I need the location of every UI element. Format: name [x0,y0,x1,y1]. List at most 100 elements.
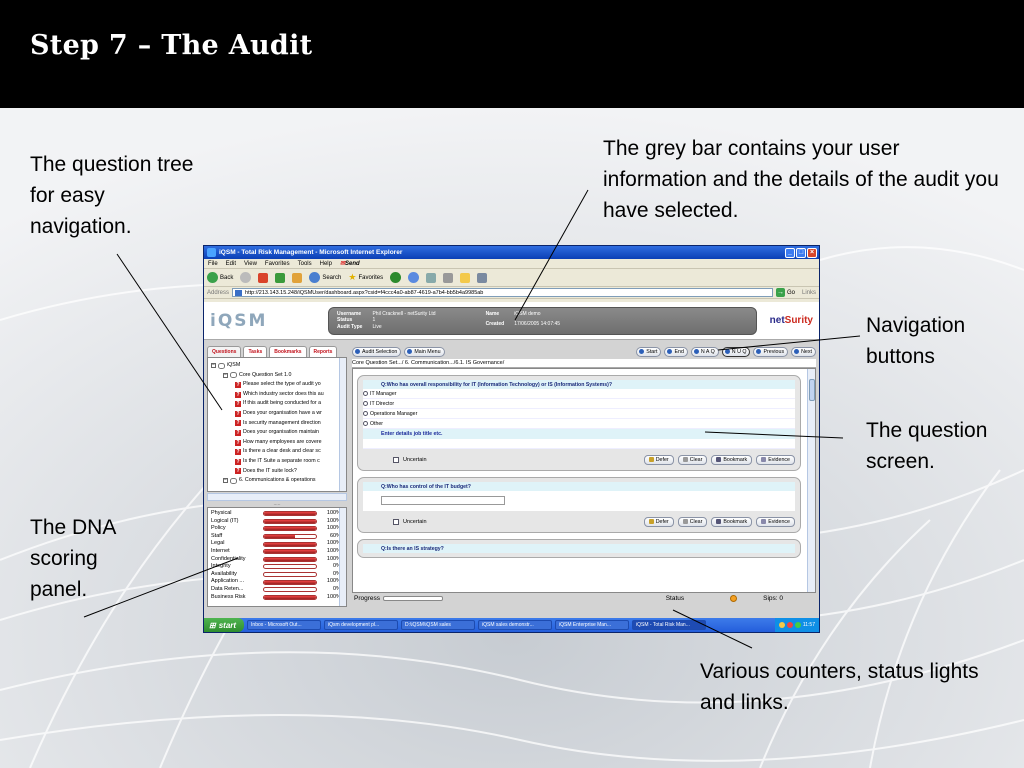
history-icon[interactable] [408,272,420,283]
radio-button[interactable] [363,391,368,396]
tab-tasks[interactable]: Tasks [243,346,268,357]
print-icon[interactable] [443,272,454,283]
mail-icon[interactable] [426,272,437,283]
tree-item-label: Does the IT suite lock? [243,467,297,474]
tree-item[interactable]: ? Is there a clear desk and clear sc [211,447,343,457]
naq-button[interactable]: N A Q [690,346,719,357]
audit-selection-button[interactable]: Audit Selection [352,346,402,357]
minimize-button[interactable]: _ [785,247,795,258]
tree-item[interactable]: ? Is the IT Suite a separate room c [211,457,343,467]
maximize-button[interactable]: □ [796,247,806,258]
nuq-button[interactable]: N U Q [721,346,751,357]
dna-row: Data Reten... 0% [211,586,343,594]
favorites-button[interactable]: ★ Favorites [348,272,383,283]
details-field[interactable] [363,439,795,449]
option-row[interactable]: IT Manager [363,389,795,399]
tree-item[interactable]: ? How many employees are covere [211,438,343,448]
tab-bookmarks[interactable]: Bookmarks [269,346,307,357]
previous-button[interactable]: Previous [753,346,789,357]
evidence-button[interactable]: Evidence [756,454,795,465]
collapse-icon[interactable]: − [211,363,216,369]
menu-edit[interactable]: Edit [226,261,236,267]
radio-button[interactable] [363,421,368,426]
radio-button[interactable] [363,411,368,416]
edit-icon[interactable] [477,272,488,283]
links-label[interactable]: Links [802,290,819,296]
menu-favorites[interactable]: Favorites [265,261,290,267]
tree-horizontal-scrollbar[interactable] [207,493,347,501]
send-button[interactable]: ✉Send [340,260,360,267]
close-button[interactable]: × [807,247,817,258]
menu-help[interactable]: Help [320,261,332,267]
taskbar-item[interactable]: iQSM sales demonstr... [478,620,553,630]
uncertain-checkbox[interactable] [393,456,399,463]
question-scrollbar[interactable] [807,369,815,592]
window-title: iQSM - Total Risk Management - Microsoft… [219,249,403,256]
taskbar-item[interactable]: iQsm development pl... [324,620,399,630]
bookmark-button[interactable]: Bookmark [711,516,753,527]
defer-button[interactable]: Defer [643,454,674,465]
tree-item[interactable]: ? Is security management direction [211,419,343,429]
media-icon[interactable] [390,272,402,283]
next-button[interactable]: Next [791,346,816,357]
taskbar-item[interactable]: Inbox - Microsoft Out... [247,620,322,630]
tree-item-label: Please select the type of audit yo [243,381,321,388]
start-menu-button[interactable]: ⊞ start [204,618,245,632]
option-row[interactable]: Other [363,419,795,429]
tree-item[interactable]: ? Does your organisation have a wr [211,409,343,419]
refresh-icon[interactable] [275,272,286,283]
dna-label: Policy [211,525,226,532]
tree-item-label: Is security management direction [243,419,321,426]
stop-icon[interactable] [258,272,269,283]
uncertain-checkbox[interactable] [393,518,399,525]
tree-item[interactable]: ? If this audit being conducted for a [211,399,343,409]
taskbar-item[interactable]: iQSM Enterprise Man... [555,620,630,630]
status-light-icon [730,595,738,602]
tree-item[interactable]: − 6. Communications & operations [211,476,343,486]
end-button[interactable]: End [664,346,688,357]
tree-item[interactable]: ? Please select the type of audit yo [211,380,343,390]
clear-button[interactable]: Clear [677,454,708,465]
tray-icon[interactable] [778,622,785,628]
back-button[interactable]: Back [207,272,233,283]
tray-icon[interactable] [794,622,801,628]
answer-hint: Enter details job title etc. [363,429,795,439]
collapse-icon[interactable]: − [223,478,228,484]
menu-tools[interactable]: Tools [298,261,312,267]
question-footer: Uncertain Defer Clear Bookmark Evidence [363,453,795,466]
tree-item[interactable]: − Core Question Set 1.0 [211,371,343,381]
tray-icon[interactable] [786,622,793,628]
forward-arrow-icon[interactable] [240,272,252,283]
taskbar-item[interactable]: D:\iQSM\iQSM sales [401,620,476,630]
address-input[interactable]: http://213.143.15.248/iQSMUser/dashboard… [232,288,773,297]
option-row[interactable]: Operations Manager [363,409,795,419]
folder-icon[interactable] [460,272,471,283]
defer-button[interactable]: Defer [643,516,674,527]
tree-item[interactable]: ? Which industry sector does this au [211,390,343,400]
search-icon [309,272,321,283]
scroll-thumb[interactable] [809,379,815,401]
go-button[interactable]: → Go [775,288,799,297]
collapse-icon[interactable]: − [223,372,228,378]
tree-item[interactable]: ? Does your organisation maintain [211,428,343,438]
tab-questions[interactable]: Questions [207,346,242,357]
menu-file[interactable]: File [208,261,218,267]
option-row[interactable]: IT Director [363,399,795,409]
tree-item[interactable]: ? Does the IT suite lock? [211,467,343,477]
bookmark-button[interactable]: Bookmark [711,454,753,465]
main-menu-button[interactable]: Main Menu [404,346,445,357]
tree-scrollbar[interactable] [339,358,346,491]
answer-text-input[interactable] [381,496,505,505]
menu-view[interactable]: View [244,261,257,267]
radio-button[interactable] [363,401,368,406]
search-button[interactable]: Search [309,272,341,283]
taskbar-item[interactable]: iQSM - Total Risk Man... [632,620,707,630]
tab-reports[interactable]: Reports [308,346,338,357]
clear-button[interactable]: Clear [677,516,708,527]
tree-item[interactable]: − iQSM [211,361,343,371]
folder-icon [230,477,237,484]
start-button[interactable]: Start [636,346,662,357]
home-icon[interactable] [292,272,303,283]
evidence-button[interactable]: Evidence [756,516,795,527]
dna-scrollbar[interactable] [339,508,346,606]
